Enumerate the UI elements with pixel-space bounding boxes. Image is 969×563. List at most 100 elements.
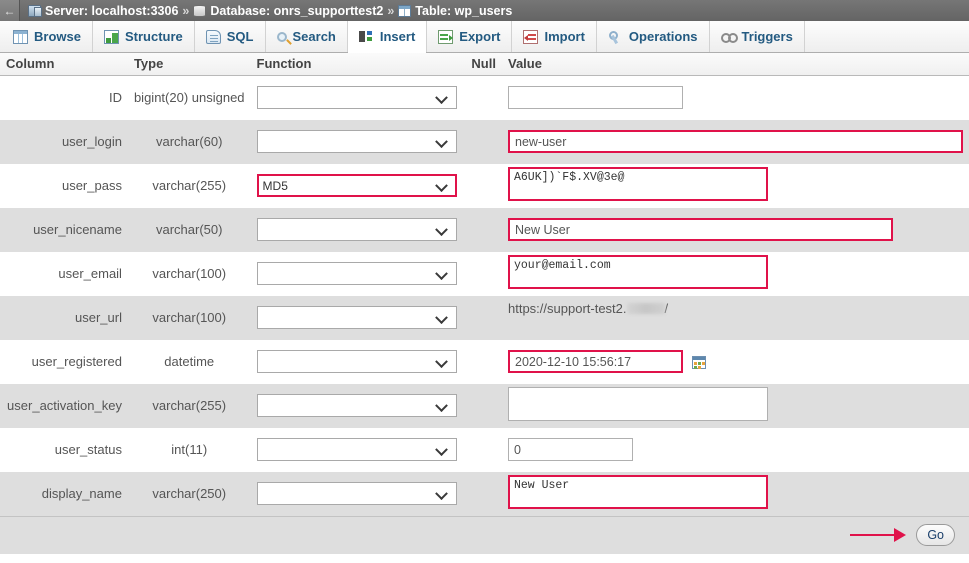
function-select[interactable] (256, 306, 457, 329)
go-button[interactable]: Go (916, 524, 955, 546)
table-header-row: Column Type Function Null Value (0, 53, 969, 76)
row-value-cell: A6UK])`F$.XV@3e@ (502, 164, 969, 208)
table-row: user_status int(11) (0, 427, 969, 472)
tab-label: Triggers (741, 29, 793, 44)
tab-export[interactable]: Export (427, 21, 513, 52)
tab-label: SQL (226, 29, 254, 44)
row-value-cell: New User (502, 472, 969, 516)
tab-label: Operations (628, 29, 698, 44)
row-function-cell (251, 208, 466, 252)
function-select[interactable] (256, 394, 457, 417)
row-column-name: user_login (61, 134, 122, 149)
tab-import[interactable]: Import (512, 21, 597, 52)
insert-form-table: Column Type Function Null Value ID bigint… (0, 53, 969, 516)
calendar-icon[interactable] (692, 355, 706, 369)
value-text-suffix: / (664, 300, 669, 316)
function-select[interactable] (256, 438, 457, 461)
tab-label: Insert (379, 29, 416, 44)
row-value-cell: https://support-test2. / (502, 296, 969, 340)
row-null-cell (465, 76, 502, 120)
row-function-cell (251, 472, 466, 516)
operations-icon (608, 30, 623, 44)
row-value-cell (502, 208, 969, 252)
tab-search[interactable]: Search (266, 21, 348, 52)
tab-label: Export (459, 29, 501, 44)
value-text: https://support-test2. (508, 300, 627, 316)
value-input[interactable] (508, 130, 963, 153)
row-null-cell (465, 340, 502, 384)
back-button[interactable]: ← (0, 0, 20, 21)
row-function-cell (251, 120, 466, 164)
tab-triggers[interactable]: Triggers (710, 21, 805, 52)
breadcrumb-database-label: Database: onrs_supporttest2 (210, 3, 384, 18)
tab-insert[interactable]: Insert (346, 21, 428, 53)
row-null-cell (465, 252, 502, 296)
row-value-cell (502, 340, 969, 384)
row-null-cell (465, 208, 502, 252)
function-select[interactable]: MD5 (256, 174, 457, 197)
row-value-cell (502, 428, 969, 472)
value-textarea[interactable]: New User (508, 475, 768, 509)
row-column-type: varchar(50) (156, 222, 223, 237)
search-icon (276, 32, 287, 42)
row-null-cell (465, 428, 502, 472)
structure-icon (103, 29, 119, 44)
row-column-name: user_registered (31, 354, 122, 369)
tab-label: Browse (34, 29, 81, 44)
tab-operations[interactable]: Operations (597, 21, 710, 52)
row-column-name: user_email (58, 266, 122, 281)
row-null-cell (465, 164, 502, 208)
value-input[interactable] (508, 350, 683, 373)
row-value-cell (502, 384, 969, 428)
tab-label: Structure (124, 29, 183, 44)
value-textarea[interactable]: https://support-test2. / (508, 301, 768, 335)
function-select[interactable] (256, 350, 457, 373)
value-input[interactable] (508, 86, 683, 110)
row-column-name: user_status (54, 442, 122, 457)
value-input[interactable] (508, 438, 633, 461)
table-row: user_url varchar(100) https://support-test… (0, 295, 969, 340)
row-column-type: varchar(100) (152, 266, 227, 281)
table-body: ID bigint(20) unsigned user_login varchar(6… (0, 75, 969, 516)
value-input[interactable] (508, 218, 893, 241)
function-select[interactable] (256, 130, 457, 153)
function-select[interactable] (256, 86, 457, 110)
row-function-cell (251, 384, 466, 428)
row-column-type: varchar(250) (152, 486, 227, 501)
value-textarea[interactable]: your@email.com (508, 255, 768, 289)
row-column-name: display_name (41, 486, 122, 501)
tab-browse[interactable]: Browse (2, 21, 93, 52)
row-column-type: varchar(100) (152, 310, 227, 325)
row-column-type: bigint(20) unsigned (133, 90, 245, 106)
breadcrumb-database[interactable]: Database: onrs_supporttest2 (193, 4, 383, 18)
tab-structure[interactable]: Structure (93, 21, 195, 52)
header-column: Column (0, 53, 128, 76)
breadcrumb-table-label: Table: wp_users (415, 3, 513, 18)
row-column-name: user_url (74, 310, 122, 325)
breadcrumb: ← Server: localhost:3306 » Database: onr… (0, 0, 969, 21)
header-null: Null (465, 53, 502, 76)
insert-icon (358, 30, 374, 44)
function-select[interactable] (256, 482, 457, 505)
row-column-name: user_activation_key (7, 398, 122, 413)
breadcrumb-table[interactable]: Table: wp_users (398, 4, 512, 18)
row-function-cell (251, 296, 466, 340)
row-column-type: datetime (164, 354, 215, 369)
value-textarea[interactable] (508, 387, 768, 421)
table-row: user_email varchar(100) your@email.com (0, 251, 969, 296)
breadcrumb-server[interactable]: Server: localhost:3306 (28, 4, 178, 18)
row-value-cell (502, 76, 969, 120)
function-select[interactable] (256, 218, 457, 241)
function-select[interactable] (256, 262, 457, 285)
header-function: Function (250, 53, 466, 76)
tab-sql[interactable]: SQL (195, 21, 266, 52)
tab-label: Search (292, 29, 336, 44)
row-value-cell (502, 120, 969, 164)
table-row: display_name varchar(250) New User (0, 471, 969, 516)
triggers-icon (720, 30, 738, 44)
row-function-cell (251, 340, 466, 384)
value-textarea[interactable]: A6UK])`F$.XV@3e@ (508, 167, 768, 201)
row-function-cell: MD5 (251, 164, 466, 208)
server-icon (28, 4, 42, 17)
header-type: Type (127, 53, 251, 76)
